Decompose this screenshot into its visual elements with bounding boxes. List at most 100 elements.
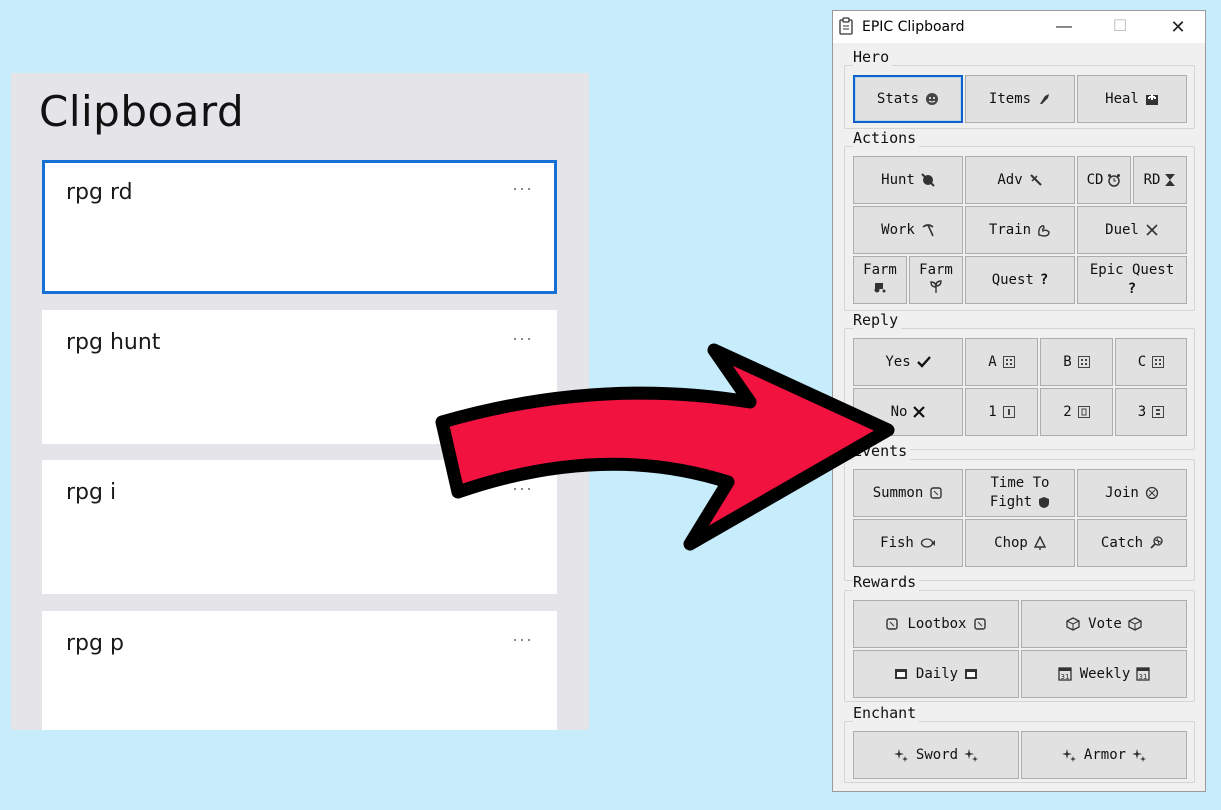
clipboard-item-text: rpg rd	[66, 180, 133, 205]
lootbox-button[interactable]: Lootbox	[853, 600, 1019, 648]
reply-1-button[interactable]: 1	[965, 388, 1038, 436]
bag-icon	[1037, 92, 1051, 106]
stats-label: Stats	[876, 90, 920, 107]
clipboard-item[interactable]: rpg p ···	[42, 611, 557, 730]
clipboard-item[interactable]: rpg rd ···	[42, 160, 557, 294]
farm-button-1[interactable]: Farm	[853, 256, 907, 304]
title-bar: EPIC Clipboard — ☐ ✕	[833, 11, 1205, 43]
hospital-icon	[1145, 92, 1159, 106]
ballot-box-icon	[1066, 617, 1080, 631]
vote-button[interactable]: Vote	[1021, 600, 1187, 648]
chop-label: Chop	[994, 534, 1028, 551]
clipboard-item-text: rpg p	[66, 631, 124, 656]
reply-b-label: B	[1063, 353, 1072, 370]
tree-icon	[1033, 536, 1046, 550]
calendar-icon: 31	[1058, 667, 1072, 681]
stats-button[interactable]: Stats	[853, 75, 963, 123]
actions-group-label: Actions	[853, 129, 920, 147]
svg-text:31: 31	[1060, 673, 1069, 681]
reply-c-label: C	[1137, 353, 1147, 370]
more-options-button[interactable]: ···	[512, 629, 533, 650]
vote-label: Vote	[1088, 615, 1122, 632]
question-icon: ?	[1039, 271, 1049, 288]
hourglass-icon	[1164, 173, 1176, 187]
box-icon	[973, 617, 987, 631]
daily-label: Daily	[915, 665, 959, 682]
rd-button[interactable]: RD	[1133, 156, 1187, 204]
reply-group-label: Reply	[853, 311, 902, 329]
farm-label: Farm	[863, 262, 897, 278]
chop-button[interactable]: Chop	[965, 519, 1075, 567]
ring-icon	[1145, 486, 1159, 500]
svg-text:31: 31	[1139, 673, 1148, 681]
reply-2-button[interactable]: 2	[1040, 388, 1113, 436]
quest-label: Quest	[991, 271, 1034, 288]
fish-icon	[920, 537, 936, 549]
time-to-fight-button[interactable]: Time To Fight	[965, 469, 1075, 517]
reply-c-button[interactable]: C	[1115, 338, 1187, 386]
net-icon	[1149, 536, 1163, 550]
farm-label: Farm	[919, 261, 953, 278]
reply-a-button[interactable]: A	[965, 338, 1038, 386]
reply-3-button[interactable]: 3	[1115, 388, 1187, 436]
epic-quest-label: Epic Quest	[1089, 262, 1175, 278]
farm-button-2[interactable]: Farm	[909, 256, 963, 304]
epic-quest-button[interactable]: Epic Quest ?	[1077, 256, 1187, 304]
heal-button[interactable]: Heal	[1077, 75, 1187, 123]
armor-enchant-button[interactable]: Armor	[1021, 731, 1187, 779]
face-icon	[925, 92, 939, 106]
keypad-icon	[1002, 356, 1015, 368]
adv-label: Adv	[997, 171, 1023, 188]
items-button[interactable]: Items	[965, 75, 1075, 123]
window-title: EPIC Clipboard	[862, 19, 965, 35]
items-label: Items	[988, 90, 1032, 107]
keypad-icon	[1152, 406, 1165, 418]
keypad-icon	[1077, 356, 1090, 368]
sword-label: Sword	[915, 746, 959, 763]
clipboard-icon	[839, 17, 853, 35]
ballot-box-icon	[1128, 617, 1142, 631]
close-button[interactable]: ✕	[1155, 11, 1201, 43]
duel-button[interactable]: Duel	[1077, 206, 1187, 254]
join-button[interactable]: Join	[1077, 469, 1187, 517]
quest-button[interactable]: Quest ?	[965, 256, 1075, 304]
shield-icon	[1038, 496, 1050, 509]
train-label: Train	[988, 221, 1032, 238]
sword-enchant-button[interactable]: Sword	[853, 731, 1019, 779]
sparkles-icon	[964, 748, 979, 762]
crossbow-icon	[921, 173, 935, 187]
sparkles-icon	[1061, 748, 1076, 762]
clipboard-item-text: rpg i	[66, 480, 117, 505]
weekly-button[interactable]: 31 Weekly 31	[1021, 650, 1187, 698]
daily-button[interactable]: Daily	[853, 650, 1019, 698]
calendar-icon	[894, 668, 908, 680]
cd-button[interactable]: CD	[1077, 156, 1131, 204]
reply-a-label: A	[988, 353, 997, 370]
cross-mark-icon	[913, 406, 926, 418]
keypad-icon	[1002, 406, 1015, 418]
maximize-button[interactable]: ☐	[1097, 11, 1143, 43]
box-icon	[885, 617, 899, 631]
weekly-label: Weekly	[1079, 665, 1131, 682]
catch-button[interactable]: Catch	[1077, 519, 1187, 567]
rd-label: RD	[1143, 171, 1161, 188]
scroll-icon	[929, 486, 943, 500]
work-button[interactable]: Work	[853, 206, 963, 254]
adv-button[interactable]: Adv	[965, 156, 1075, 204]
train-button[interactable]: Train	[965, 206, 1075, 254]
pickaxe-icon	[921, 223, 935, 237]
duel-label: Duel	[1105, 221, 1139, 238]
reply-1-label: 1	[988, 403, 997, 420]
hunt-button[interactable]: Hunt	[853, 156, 963, 204]
sparkles-icon	[893, 748, 908, 762]
reply-b-button[interactable]: B	[1040, 338, 1113, 386]
catch-label: Catch	[1100, 534, 1144, 551]
work-label: Work	[881, 221, 915, 238]
minimize-button[interactable]: —	[1041, 11, 1087, 43]
calendar-icon	[964, 668, 978, 680]
keypad-icon	[1077, 406, 1090, 418]
sparkles-icon	[1132, 748, 1147, 762]
join-label: Join	[1105, 484, 1139, 501]
keypad-icon	[1152, 356, 1165, 368]
more-options-button[interactable]: ···	[512, 178, 533, 199]
